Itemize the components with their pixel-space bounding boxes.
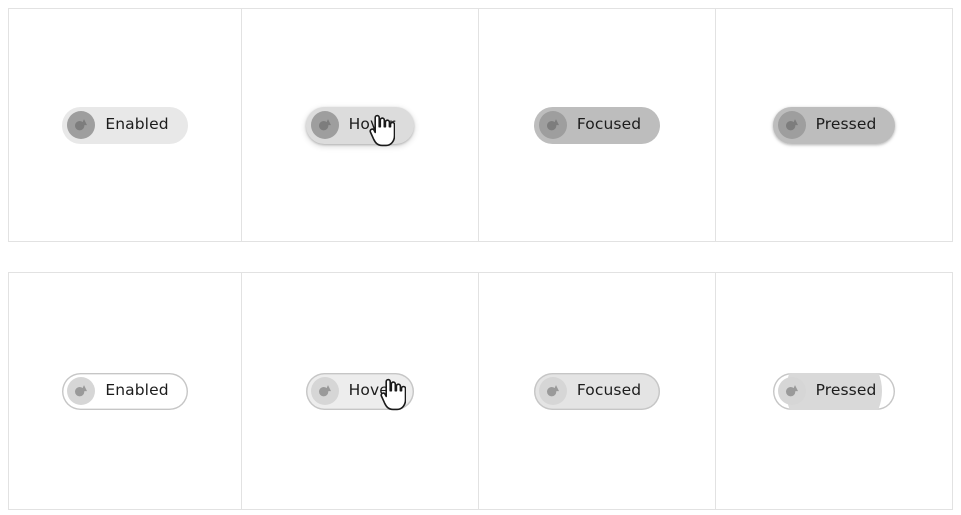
cell-filled-focused: Focused — [478, 8, 716, 242]
colorize-drop-icon — [777, 111, 806, 139]
button-filled-hover[interactable]: Hover — [305, 106, 415, 144]
colorize-drop-icon — [67, 111, 96, 139]
button-label: Pressed — [815, 381, 877, 400]
cell-filled-pressed: Pressed — [715, 8, 953, 242]
button-filled-enabled[interactable]: Enabled — [62, 106, 188, 144]
button-label: Hover — [348, 115, 396, 134]
cell-outlined-hover: Hover — [241, 272, 479, 510]
cell-filled-hover: Hover — [241, 8, 479, 242]
button-label: Hover — [348, 381, 396, 400]
button-label: Enabled — [105, 115, 169, 134]
button-outlined-enabled[interactable]: Enabled — [62, 372, 188, 410]
button-label: Enabled — [105, 381, 169, 400]
button-label: Focused — [576, 115, 642, 134]
colorize-drop-icon — [310, 111, 339, 139]
button-outlined-pressed[interactable]: Pressed — [772, 372, 896, 410]
colorize-drop-icon — [67, 377, 96, 405]
button-outlined-focused[interactable]: Focused — [533, 372, 661, 410]
button-filled-pressed[interactable]: Pressed — [772, 106, 896, 144]
button-label: Focused — [576, 381, 642, 400]
colorize-drop-icon — [310, 377, 339, 405]
button-label: Pressed — [815, 115, 877, 134]
button-filled-focused[interactable]: Focused — [533, 106, 661, 144]
cell-outlined-focused: Focused — [478, 272, 716, 510]
button-outlined-hover[interactable]: Hover — [305, 372, 415, 410]
filled-buttons-row: Enabled Hover Focused Pressed — [8, 8, 953, 242]
cell-filled-enabled: Enabled — [8, 8, 242, 242]
colorize-drop-icon — [777, 377, 806, 405]
cell-outlined-enabled: Enabled — [8, 272, 242, 510]
colorize-drop-icon — [538, 377, 567, 405]
colorize-drop-icon — [538, 111, 567, 139]
outlined-buttons-row: Enabled Hover Focused Pressed — [8, 272, 953, 510]
button-states-showcase: Enabled Hover Focused Pressed Enabled Ho… — [0, 0, 961, 515]
cell-outlined-pressed: Pressed — [715, 272, 953, 510]
